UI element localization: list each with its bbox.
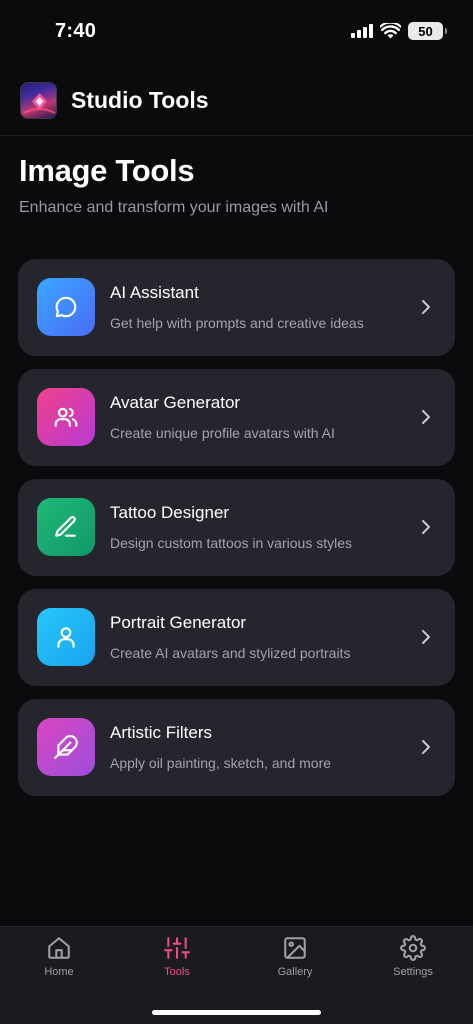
home-indicator: [152, 1010, 321, 1015]
battery-level: 50: [418, 23, 433, 39]
tool-description: Create unique profile avatars with AI: [110, 425, 335, 441]
tool-card-avatar-generator[interactable]: Avatar Generator Create unique profile a…: [18, 369, 455, 466]
tab-home[interactable]: Home: [9, 935, 109, 985]
feather-icon: [54, 735, 78, 759]
tab-tools[interactable]: Tools: [127, 935, 227, 985]
tool-name: Tattoo Designer: [110, 503, 230, 522]
chat-bubble-icon: [55, 296, 77, 318]
users-icon: [54, 407, 78, 427]
tool-icon-tile: [37, 388, 95, 446]
status-time: 7:40: [55, 20, 97, 42]
chevron-right-icon: [422, 630, 430, 644]
screen: 7:40 50 Studio Tools Image Tools Enhance…: [0, 0, 473, 1024]
battery-icon: 50: [408, 22, 447, 40]
tool-name: Avatar Generator: [110, 393, 241, 412]
sparkle-logo-icon: [20, 82, 57, 119]
tab-label: Tools: [164, 966, 190, 978]
app-header: Studio Tools: [0, 80, 473, 136]
chevron-right-icon: [422, 300, 430, 314]
tool-name: Portrait Generator: [110, 613, 247, 632]
tab-gallery[interactable]: Gallery: [245, 935, 345, 985]
tool-card-ai-assistant[interactable]: AI Assistant Get help with prompts and c…: [18, 259, 455, 356]
tool-icon-tile: [37, 608, 95, 666]
tool-icon-tile: [37, 498, 95, 556]
status-indicators: 50: [351, 22, 447, 40]
pen-icon: [55, 516, 76, 537]
app-title: Studio Tools: [71, 87, 209, 113]
tool-name: AI Assistant: [110, 283, 199, 302]
sliders-icon: [164, 937, 190, 959]
tab-label: Gallery: [277, 966, 313, 978]
chevron-right-icon: [422, 520, 430, 534]
page-subtitle: Enhance and transform your images with A…: [19, 199, 329, 216]
cellular-signal-icon: [351, 24, 373, 38]
tool-card-portrait-generator[interactable]: Portrait Generator Create AI avatars and…: [18, 589, 455, 686]
tool-name: Artistic Filters: [110, 723, 212, 742]
image-icon: [284, 937, 306, 959]
person-icon: [57, 627, 75, 648]
tab-label: Home: [44, 966, 74, 978]
chevron-right-icon: [422, 740, 430, 754]
tool-icon-tile: [37, 278, 95, 336]
tool-icon-tile: [37, 718, 95, 776]
chevron-right-icon: [422, 410, 430, 424]
tool-description: Design custom tattoos in various styles: [110, 535, 352, 551]
tool-description: Create AI avatars and stylized portraits: [110, 645, 351, 661]
home-icon: [48, 937, 70, 959]
status-bar: 7:40 50: [0, 0, 473, 64]
tab-label: Settings: [393, 966, 433, 978]
tab-settings[interactable]: Settings: [363, 935, 463, 985]
tool-description: Apply oil painting, sketch, and more: [110, 755, 332, 771]
tool-list: AI Assistant Get help with prompts and c…: [18, 259, 455, 809]
tool-card-artistic-filters[interactable]: Artistic Filters Apply oil painting, ske…: [18, 699, 455, 796]
tool-card-tattoo-designer[interactable]: Tattoo Designer Design custom tattoos in…: [18, 479, 455, 576]
page-title: Image Tools: [19, 153, 195, 188]
wifi-icon: [380, 23, 401, 39]
tool-description: Get help with prompts and creative ideas: [110, 315, 364, 331]
gear-icon: [400, 935, 426, 961]
